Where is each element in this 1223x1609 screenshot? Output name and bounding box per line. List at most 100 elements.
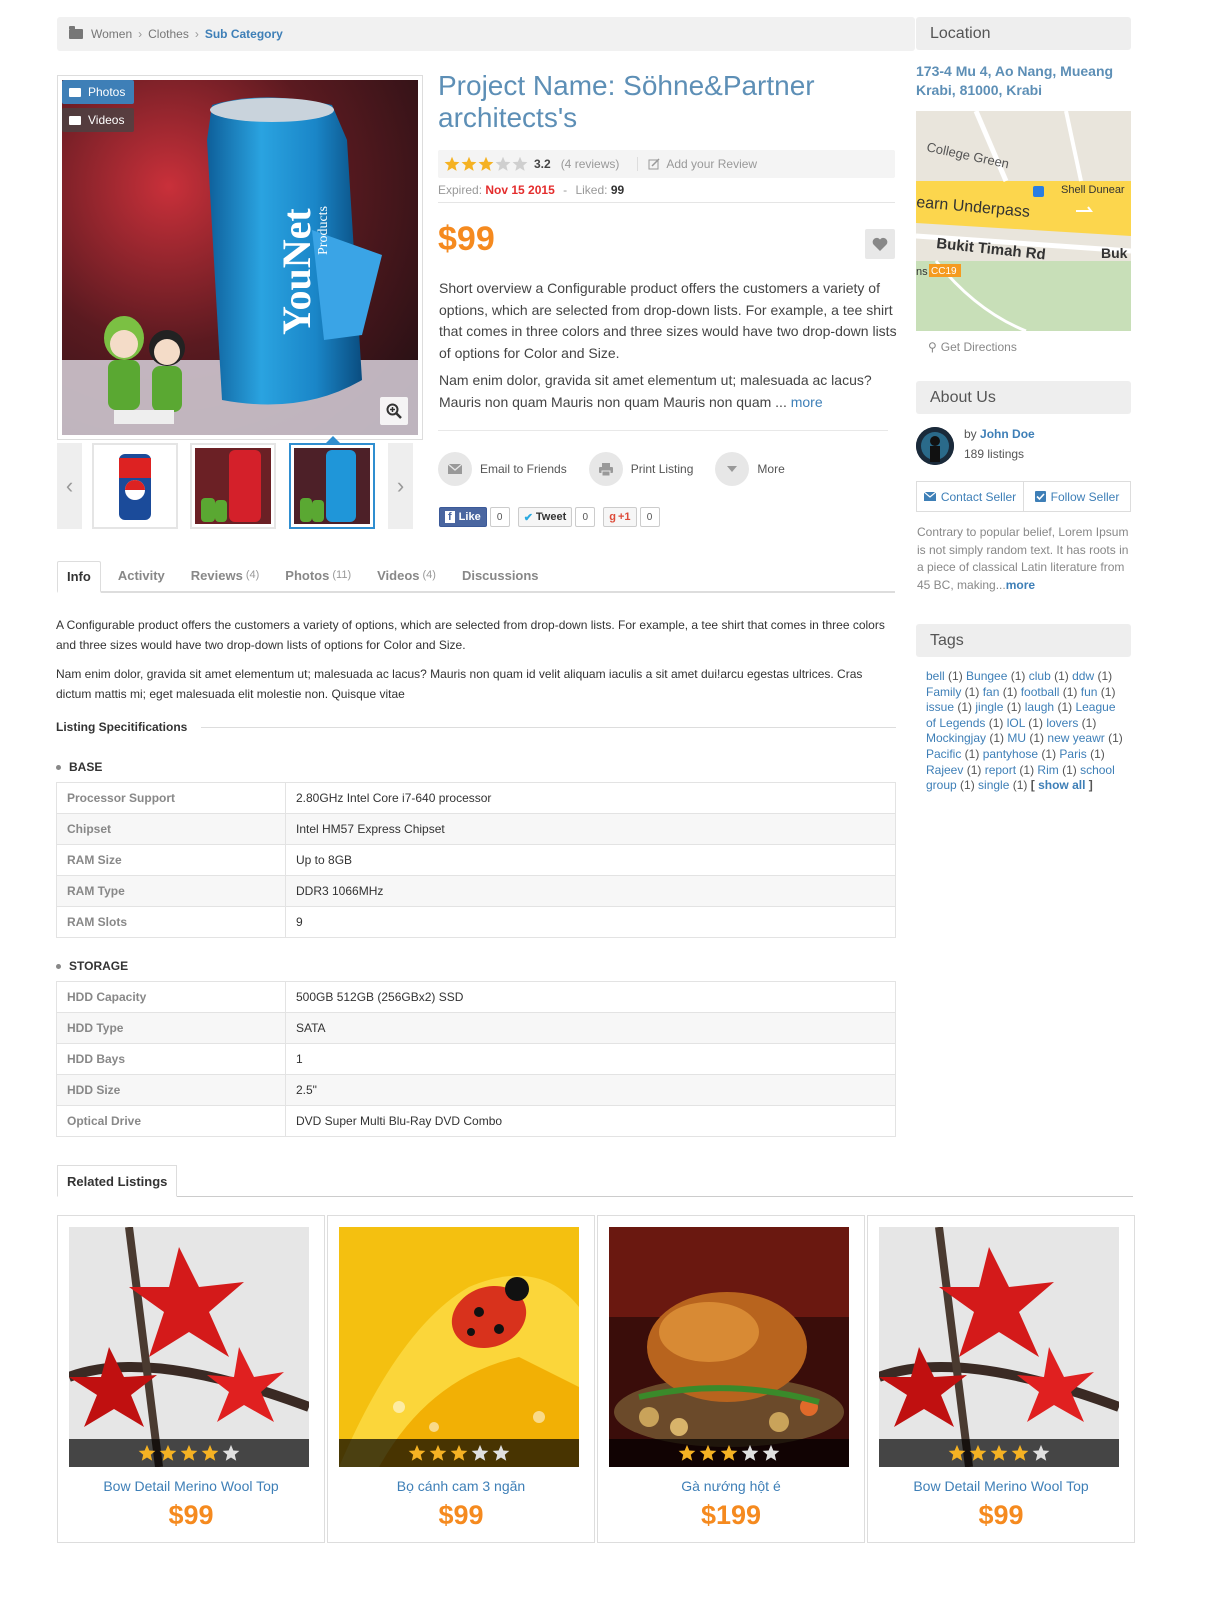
- about-more-link[interactable]: more: [1006, 578, 1035, 592]
- tweet-button[interactable]: ✔ Tweet: [517, 507, 573, 527]
- tag-count: (1): [1003, 700, 1025, 715]
- tag-count: (1): [954, 700, 976, 715]
- thumb-prev-button[interactable]: ‹: [57, 443, 82, 529]
- tab-related-listings[interactable]: Related Listings: [57, 1165, 178, 1197]
- thumb-next-button[interactable]: ›: [388, 443, 413, 529]
- get-directions-link[interactable]: ⚲ Get Directions: [928, 340, 1017, 354]
- related-title[interactable]: Gà nướng hột é: [598, 1478, 864, 1494]
- twitter-icon: ✔: [523, 511, 533, 524]
- breadcrumb-clothes[interactable]: Clothes: [148, 27, 189, 41]
- tag-link[interactable]: laugh: [1025, 700, 1054, 714]
- tag-link[interactable]: Paris: [1059, 747, 1086, 761]
- spec-key: Processor Support: [56, 782, 286, 814]
- tag-link[interactable]: fun: [1081, 685, 1098, 699]
- contact-seller-button[interactable]: Contact Seller: [917, 482, 1023, 511]
- envelope-icon: [923, 492, 936, 501]
- spec-group-base: BASE: [56, 760, 102, 774]
- tag-link[interactable]: football: [1021, 685, 1060, 699]
- star-icon: [948, 1444, 966, 1461]
- related-card[interactable]: Bọ cánh cam 3 ngăn $99: [327, 1215, 595, 1543]
- tag-link[interactable]: bell: [926, 669, 945, 683]
- breadcrumb-women[interactable]: Women: [91, 27, 132, 41]
- tab-videos[interactable]: Videos (4): [368, 559, 445, 591]
- tag-link[interactable]: report: [985, 763, 1016, 777]
- tag-link[interactable]: jingle: [975, 700, 1003, 714]
- location-address[interactable]: 173-4 Mu 4, Ao Nang, Mueang Krabi, 81000…: [916, 62, 1131, 100]
- author-name[interactable]: John Doe: [980, 427, 1035, 441]
- like-label: Like: [458, 511, 481, 523]
- tag-count: (1): [1058, 762, 1081, 777]
- print-listing-button[interactable]: Print Listing: [588, 452, 694, 486]
- related-tabs: Related Listings: [57, 1165, 1133, 1197]
- tab-info[interactable]: Info: [57, 561, 101, 593]
- thumbnail-3[interactable]: [289, 443, 375, 529]
- follow-seller-button[interactable]: Follow Seller: [1023, 482, 1130, 511]
- divider: [438, 202, 895, 203]
- read-more-link[interactable]: more: [791, 394, 823, 410]
- tab-photos[interactable]: Photos (11): [276, 559, 360, 591]
- tag-link[interactable]: Mockingjay: [926, 731, 986, 745]
- tab-label: Activity: [117, 567, 165, 583]
- follow-label: Follow Seller: [1050, 489, 1120, 504]
- tag-link[interactable]: issue: [926, 700, 954, 714]
- thumbnail-1[interactable]: [92, 443, 178, 529]
- divider: [637, 157, 639, 171]
- favorite-button[interactable]: [865, 229, 895, 259]
- email-friends-button[interactable]: Email to Friends: [438, 452, 567, 486]
- print-label: Print Listing: [630, 462, 694, 476]
- tag-link[interactable]: single: [978, 778, 1009, 792]
- tag-link[interactable]: ddw: [1072, 669, 1094, 683]
- author-line: by John Doe: [964, 427, 1035, 441]
- related-title[interactable]: Bow Detail Merino Wool Top: [58, 1478, 324, 1494]
- related-card[interactable]: Bow Detail Merino Wool Top $99: [57, 1215, 325, 1543]
- tag-link[interactable]: MU: [1007, 731, 1026, 745]
- spec-key: Chipset: [56, 813, 286, 845]
- spec-row: RAM Slots 9: [56, 906, 896, 938]
- bullet-icon: [56, 764, 61, 770]
- tag-link[interactable]: Bungee: [966, 669, 1007, 683]
- tag-link[interactable]: Family: [926, 685, 961, 699]
- zoom-button[interactable]: [380, 397, 408, 425]
- tab-photos[interactable]: Photos: [62, 80, 134, 104]
- avatar[interactable]: [916, 427, 954, 465]
- video-icon: [69, 115, 81, 125]
- tag-link[interactable]: club: [1029, 669, 1051, 683]
- product-description: Short overview a Configurable product of…: [439, 278, 899, 419]
- tag-link[interactable]: new yeawr: [1047, 731, 1104, 745]
- related-title[interactable]: Bow Detail Merino Wool Top: [868, 1478, 1134, 1494]
- show-all-link[interactable]: show all: [1038, 778, 1085, 792]
- tag-link[interactable]: fan: [983, 685, 1000, 699]
- tag-link[interactable]: lOL: [1007, 716, 1025, 730]
- tag-link[interactable]: Rajeev: [926, 763, 963, 777]
- star-icon: [444, 156, 460, 171]
- tab-photos-label: Photos: [88, 85, 126, 99]
- tab-videos[interactable]: Videos: [62, 108, 134, 132]
- tag-link[interactable]: pantyhose: [983, 747, 1038, 761]
- facebook-like-button[interactable]: f Like: [439, 507, 487, 527]
- spec-value: 9: [285, 906, 896, 938]
- tag-count: (1): [985, 715, 1007, 730]
- related-card[interactable]: Bow Detail Merino Wool Top $99: [867, 1215, 1135, 1543]
- more-actions-button[interactable]: More: [715, 452, 785, 486]
- tag-link[interactable]: lovers: [1046, 716, 1078, 730]
- breadcrumb-current[interactable]: Sub Category: [205, 27, 283, 41]
- add-review-link[interactable]: Add your Review: [666, 157, 757, 171]
- rating-stars: [339, 1439, 579, 1467]
- tab-discussions[interactable]: Discussions: [453, 559, 548, 591]
- location-map[interactable]: College Green earn Underpass Shell Dunea…: [916, 111, 1131, 331]
- tag-link[interactable]: Pacific: [926, 747, 961, 761]
- review-count[interactable]: (4 reviews): [561, 157, 620, 171]
- show-all-tags[interactable]: [ show all ]: [1031, 778, 1093, 792]
- tab-reviews[interactable]: Reviews (4): [182, 559, 269, 591]
- spec-key: HDD Type: [56, 1012, 286, 1044]
- spec-row: Optical Drive DVD Super Multi Blu-Ray DVD…: [56, 1105, 896, 1137]
- tag-link[interactable]: Rim: [1037, 763, 1058, 777]
- spec-row: Processor Support 2.80GHz Intel Core i7-6…: [56, 782, 896, 814]
- tab-activity[interactable]: Activity: [109, 559, 174, 591]
- related-title[interactable]: Bọ cánh cam 3 ngăn: [328, 1478, 594, 1494]
- tag-count: (1): [961, 746, 983, 761]
- related-card[interactable]: Gà nướng hột é $199: [597, 1215, 865, 1543]
- google-plus-button[interactable]: g +1: [603, 507, 637, 527]
- thumbnail-2[interactable]: [190, 443, 276, 529]
- spec-value: DVD Super Multi Blu-Ray DVD Combo: [285, 1105, 896, 1137]
